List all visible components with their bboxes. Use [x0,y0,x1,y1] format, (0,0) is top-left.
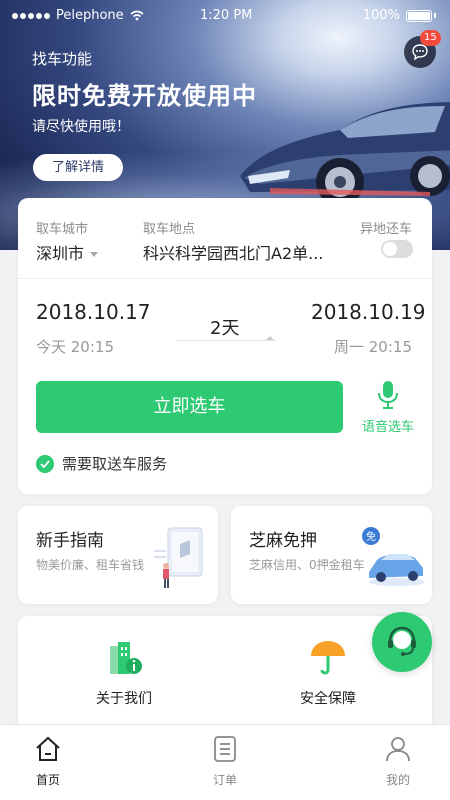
about-us-link[interactable]: 关于我们 [64,638,184,708]
duration-pointer [266,336,274,340]
return-elsewhere-label: 异地还车 [360,222,413,237]
beginner-guide-tile[interactable]: 新手指南 物美价廉、租车省钱 [18,506,218,604]
safety-guarantee-label: 安全保障 [300,691,356,707]
guide-book-illustration [154,527,203,588]
customer-service-button[interactable] [372,612,432,672]
bottom-tab-bar: 首页 订单 我的 [0,724,450,800]
home-icon [36,736,60,761]
building-info-icon [110,642,142,674]
select-car-button[interactable]: 立即选车 [36,381,343,433]
pickup-location-label: 取车地点 [143,222,196,237]
pickup-time[interactable]: 今天 20:15 [36,336,114,357]
status-bar: Pelephone 1:20 PM 100% [0,0,450,32]
rental-duration: 2天 [210,318,240,339]
voice-select-label: 语音选车 [361,420,414,435]
tab-profile[interactable]: 我的 [358,735,438,788]
return-time[interactable]: 周一 20:15 [334,336,412,357]
divider [18,278,432,279]
headset-icon [388,626,416,656]
pickup-city-label: 取车城市 [36,222,89,237]
pickup-city-value: 深圳市 [36,244,85,263]
tab-home-label: 首页 [35,773,60,787]
safety-guarantee-link[interactable]: 安全保障 [268,638,388,708]
order-list-icon [214,736,236,762]
beginner-guide-title: 新手指南 [36,531,104,551]
return-elsewhere-toggle[interactable] [381,240,413,258]
quick-links-card: 关于我们 安全保障 [18,616,432,736]
free-badge: 免 [366,530,376,543]
booking-card: 取车城市 深圳市 取车地点 科兴科学园西北门A2单... 异地还车 2018.1… [18,198,432,494]
delivery-service-checkbox[interactable]: 需要取送车服务 [36,453,167,474]
pickup-city-select[interactable]: 深圳市 [36,240,99,264]
duration-line [176,340,276,341]
zhima-deposit-free-tile[interactable]: 芝麻免押 芝麻信用、0押金租车 免 [231,506,432,604]
clock: 1:20 PM [200,8,253,23]
check-icon [36,454,54,473]
tab-orders-label: 订单 [212,773,237,787]
delivery-service-label: 需要取送车服务 [62,455,168,473]
zhima-title: 芝麻免押 [249,531,317,551]
user-icon [386,737,410,762]
about-us-label: 关于我们 [96,691,152,707]
tab-profile-label: 我的 [385,773,410,787]
microphone-icon [378,381,398,409]
banner-title: 限时免费开放使用中 [32,82,257,110]
carrier-name: Pelephone [56,8,124,23]
signal-icon [12,12,50,19]
beginner-guide-desc: 物美价廉、租车省钱 [36,558,145,572]
chevron-down-icon [90,252,99,257]
tab-orders[interactable]: 订单 [185,735,265,788]
battery-percent: 100% [362,8,400,23]
learn-more-button[interactable]: 了解详情 [33,154,123,181]
tab-home[interactable]: 首页 [8,735,88,788]
banner-description: 请尽快使用哦！ [32,119,130,135]
zhima-desc: 芝麻信用、0押金租车 [249,558,365,572]
battery-icon [406,9,432,22]
wifi-icon [130,10,144,21]
pickup-location-value[interactable]: 科兴科学园西北门A2单... [143,240,343,264]
umbrella-icon [311,641,345,675]
banner-subtitle: 找车功能 [32,50,93,68]
deposit-free-car-illustration: 免 [362,527,425,586]
message-count-badge: 15 [420,30,441,46]
voice-select-button[interactable]: 语音选车 [358,380,418,435]
return-date[interactable]: 2018.10.19 [311,300,426,324]
pickup-date[interactable]: 2018.10.17 [36,300,151,324]
car-illustration [240,102,450,206]
